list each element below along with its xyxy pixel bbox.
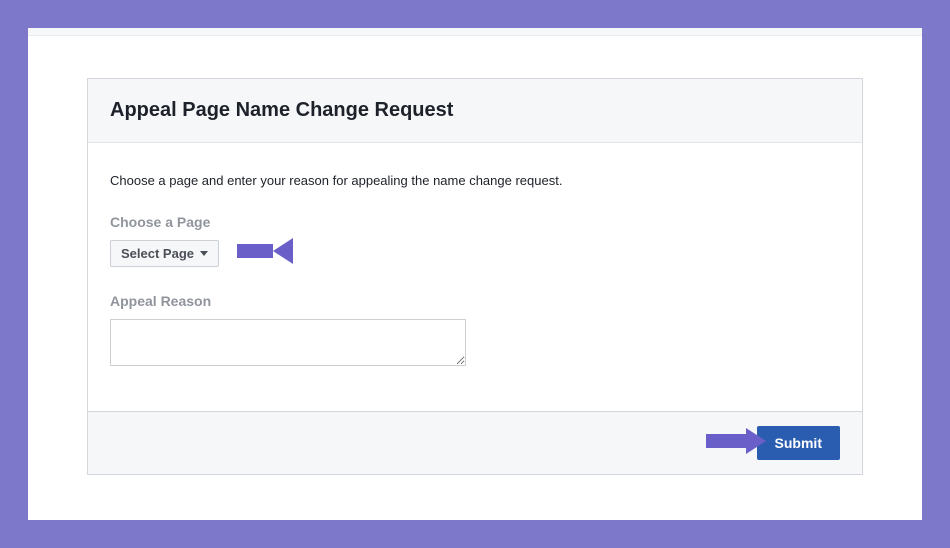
card-header: Appeal Page Name Change Request (88, 79, 862, 143)
page-container: Appeal Page Name Change Request Choose a… (28, 28, 922, 520)
arrow-annotation-submit (706, 428, 766, 454)
card-footer: Submit (88, 411, 862, 474)
arrow-head-icon (746, 428, 766, 454)
arrow-body (237, 244, 273, 258)
select-page-text: Select Page (121, 246, 194, 261)
page-title: Appeal Page Name Change Request (110, 99, 840, 122)
submit-button[interactable]: Submit (757, 426, 840, 460)
arrow-annotation-select (237, 238, 293, 264)
top-bar (28, 28, 922, 36)
arrow-head-icon (273, 238, 293, 264)
select-page-button[interactable]: Select Page (110, 240, 219, 267)
choose-page-label: Choose a Page (110, 214, 840, 230)
appeal-reason-textarea[interactable] (110, 319, 466, 366)
form-description: Choose a page and enter your reason for … (110, 173, 840, 188)
appeal-reason-label: Appeal Reason (110, 293, 840, 309)
select-row: Select Page (110, 240, 840, 267)
appeal-form-card: Appeal Page Name Change Request Choose a… (87, 78, 863, 475)
card-body: Choose a page and enter your reason for … (88, 143, 862, 411)
caret-down-icon (200, 251, 208, 256)
arrow-body (706, 434, 746, 448)
